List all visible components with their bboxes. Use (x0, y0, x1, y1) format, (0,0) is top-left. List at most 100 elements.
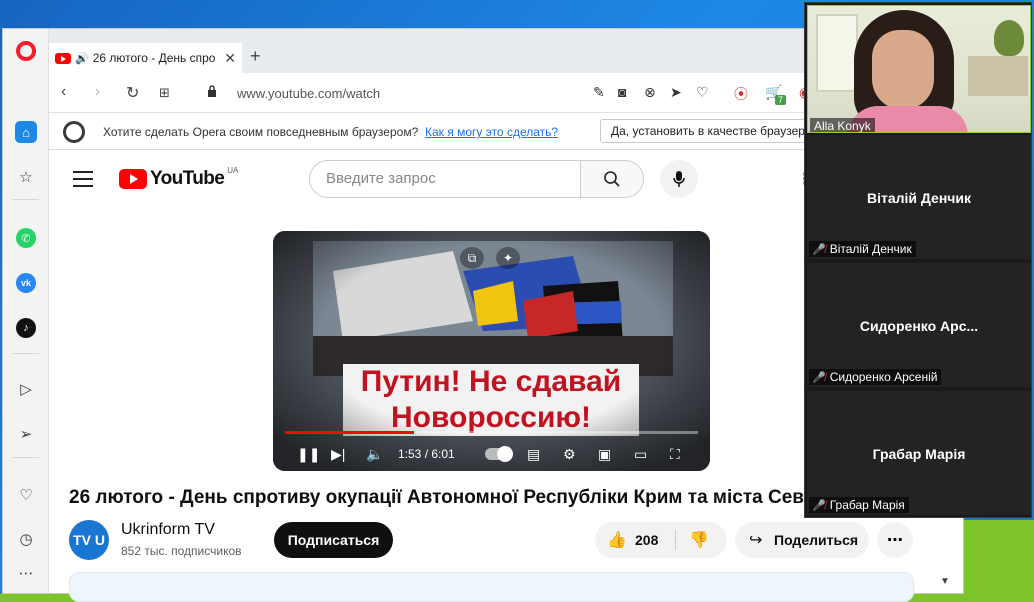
theater-icon[interactable]: ▭ (634, 446, 647, 463)
participant-label-text: Сидоренко Арсеній (829, 370, 938, 384)
tab-youtube[interactable]: 🔊 26 лютого - День спро ✕ (49, 43, 242, 73)
channel-avatar[interactable]: TV U (69, 520, 109, 560)
search-button[interactable] (580, 160, 644, 198)
muted-mic-icon: 🎤̸ (812, 499, 826, 512)
opera-icon (63, 121, 85, 143)
miniplayer-icon[interactable]: ▣ (598, 446, 611, 463)
like-divider (675, 530, 676, 550)
opera-logo-icon[interactable] (16, 41, 36, 61)
new-tab-button[interactable]: + (250, 46, 261, 67)
muted-mic-icon: 🎤̸ (812, 243, 826, 256)
captions-icon[interactable]: ▤ (527, 446, 540, 463)
participant-display-name: Віталій Денчик (866, 190, 972, 206)
player-icon[interactable]: ▷ (15, 378, 37, 400)
vk-icon[interactable]: vk (16, 273, 36, 293)
tab-title: 26 лютого - День спро (92, 51, 216, 65)
like-icon[interactable]: 👍 (607, 530, 627, 550)
desktop-accent (962, 520, 1034, 602)
subscriber-count: 852 тыс. подписчиков (121, 544, 242, 558)
participant-display-name: Сидоренко Арс... (859, 318, 979, 334)
subscribe-button[interactable]: Подписаться (274, 522, 393, 558)
participant-label: 🎤̸ Віталій Денчик (809, 241, 916, 257)
back-button[interactable]: ‹ (61, 83, 66, 101)
fullscreen-icon[interactable]: ⛶ (670, 446, 680, 463)
participant-label-text: Віталій Денчик (829, 242, 912, 256)
home-icon[interactable]: ⌂ (15, 121, 37, 143)
tab-grid-icon[interactable]: ⊞ (159, 85, 170, 101)
set-default-button[interactable]: Да, установить в качестве браузера (600, 119, 830, 143)
banner-text-line2: Новороссию! (390, 401, 592, 434)
send-icon[interactable]: ➤ (670, 84, 682, 101)
participant-tile[interactable]: Грабар Марія 🎤̸ Грабар Марія (807, 391, 1031, 515)
zoom-participants-panel: Alla Konyk Віталій Денчик 🎤̸ Віталій Ден… (804, 2, 1032, 518)
next-icon[interactable]: ▶| (331, 446, 345, 463)
like-count[interactable]: 208 (635, 532, 658, 548)
forward-button[interactable]: › (95, 83, 100, 101)
share-icon: ↪ (749, 532, 763, 549)
sparkle-icon[interactable]: ✦ (496, 247, 520, 269)
speaker-icon[interactable]: 🔊 (75, 52, 89, 65)
participant-label: 🎤̸ Сидоренко Арсеній (809, 369, 942, 385)
url-field[interactable]: www.youtube.com/watch (237, 86, 380, 101)
search-icon (604, 171, 620, 187)
send-icon[interactable]: ➢ (15, 423, 37, 445)
star-icon[interactable]: ☆ (15, 166, 37, 188)
share-label: Поделиться (774, 532, 859, 548)
youtube-logo[interactable]: YouTube UA (119, 166, 238, 190)
youtube-wordmark: YouTube (150, 168, 225, 189)
history-icon[interactable]: ◷ (15, 528, 37, 550)
block-icon[interactable]: ⊗ (644, 84, 656, 101)
camera-icon[interactable]: ◙ (618, 84, 626, 100)
close-tab-icon[interactable]: ✕ (224, 50, 236, 67)
banner-text-line1: Путин! Не сдавай (360, 365, 622, 398)
edit-icon[interactable]: ✎ (593, 84, 605, 101)
autoplay-toggle[interactable] (485, 446, 513, 462)
participant-label: 🎤̸ Грабар Марія (809, 497, 909, 513)
background-shelf (968, 56, 1028, 96)
reload-button[interactable]: ↻ (126, 83, 139, 103)
channel-name[interactable]: Ukrinform TV (121, 521, 215, 539)
sidebar-divider (13, 199, 39, 200)
heart-icon[interactable]: ♡ (15, 484, 37, 506)
whatsapp-icon[interactable]: ✆ (16, 228, 36, 248)
extension-badge: 7 (775, 95, 787, 105)
description-box[interactable] (69, 572, 914, 602)
youtube-favicon-icon (55, 52, 71, 64)
youtube-play-icon (119, 169, 147, 189)
video-tile-self[interactable]: Alla Konyk (807, 5, 1031, 133)
share-button[interactable]: ↪ Поделиться (735, 522, 869, 558)
like-dislike-group: 👍 208 👎 (595, 522, 727, 558)
video-title: 26 лютого - День спротиву окупації Автон… (69, 487, 804, 508)
participant-display-name: Грабар Марія (872, 446, 966, 462)
search-input[interactable]: Введите запрос (309, 160, 581, 198)
pause-icon[interactable]: ❚❚ (297, 446, 320, 463)
participant-face (872, 30, 934, 110)
self-name-label: Alla Konyk (810, 118, 875, 132)
video-frame (273, 231, 710, 471)
dislike-icon[interactable]: 👎 (689, 530, 709, 550)
muted-mic-icon: 🎤̸ (812, 371, 826, 384)
tiktok-icon[interactable]: ♪ (16, 318, 36, 338)
player-controls: ❚❚ ▶| 🔈 1:53 / 6:01 ▤ ⚙ ▣ ▭ ⛶ (273, 439, 710, 471)
participant-tile[interactable]: Сидоренко Арс... 🎤̸ Сидоренко Арсеній (807, 263, 1031, 387)
scroll-down-arrow-icon[interactable]: ▼ (940, 576, 950, 587)
microphone-icon (673, 171, 685, 187)
settings-icon[interactable]: ⚙ (563, 446, 576, 463)
more-icon[interactable]: ⋯ (15, 562, 37, 584)
wifi-extension-icon[interactable]: ⦿ (734, 84, 748, 104)
more-actions-button[interactable]: ⋯ (877, 522, 913, 558)
progress-fill (285, 431, 414, 434)
opera-sidebar: ⌂ ☆ ✆ vk ♪ ▷ ➢ ♡ ◷ ⋯ (3, 29, 49, 593)
miniplayer-icon[interactable]: ⧉ (460, 247, 484, 269)
sidebar-divider (13, 353, 39, 354)
participant-tile[interactable]: Віталій Денчик 🎤̸ Віталій Денчик (807, 135, 1031, 259)
video-player[interactable]: Путин! Не сдавай Новороссию! ⧉ ✦ ❚❚ ▶| 🔈… (273, 231, 710, 471)
how-to-link[interactable]: Как я могу это сделать? (425, 125, 558, 139)
heart-icon[interactable]: ♡ (696, 84, 709, 101)
sidebar-divider (13, 457, 39, 458)
menu-icon[interactable] (73, 171, 93, 192)
volume-icon[interactable]: 🔈 (366, 446, 383, 463)
background-window (816, 14, 858, 92)
lock-icon[interactable] (207, 85, 217, 97)
voice-search-button[interactable] (660, 160, 698, 198)
